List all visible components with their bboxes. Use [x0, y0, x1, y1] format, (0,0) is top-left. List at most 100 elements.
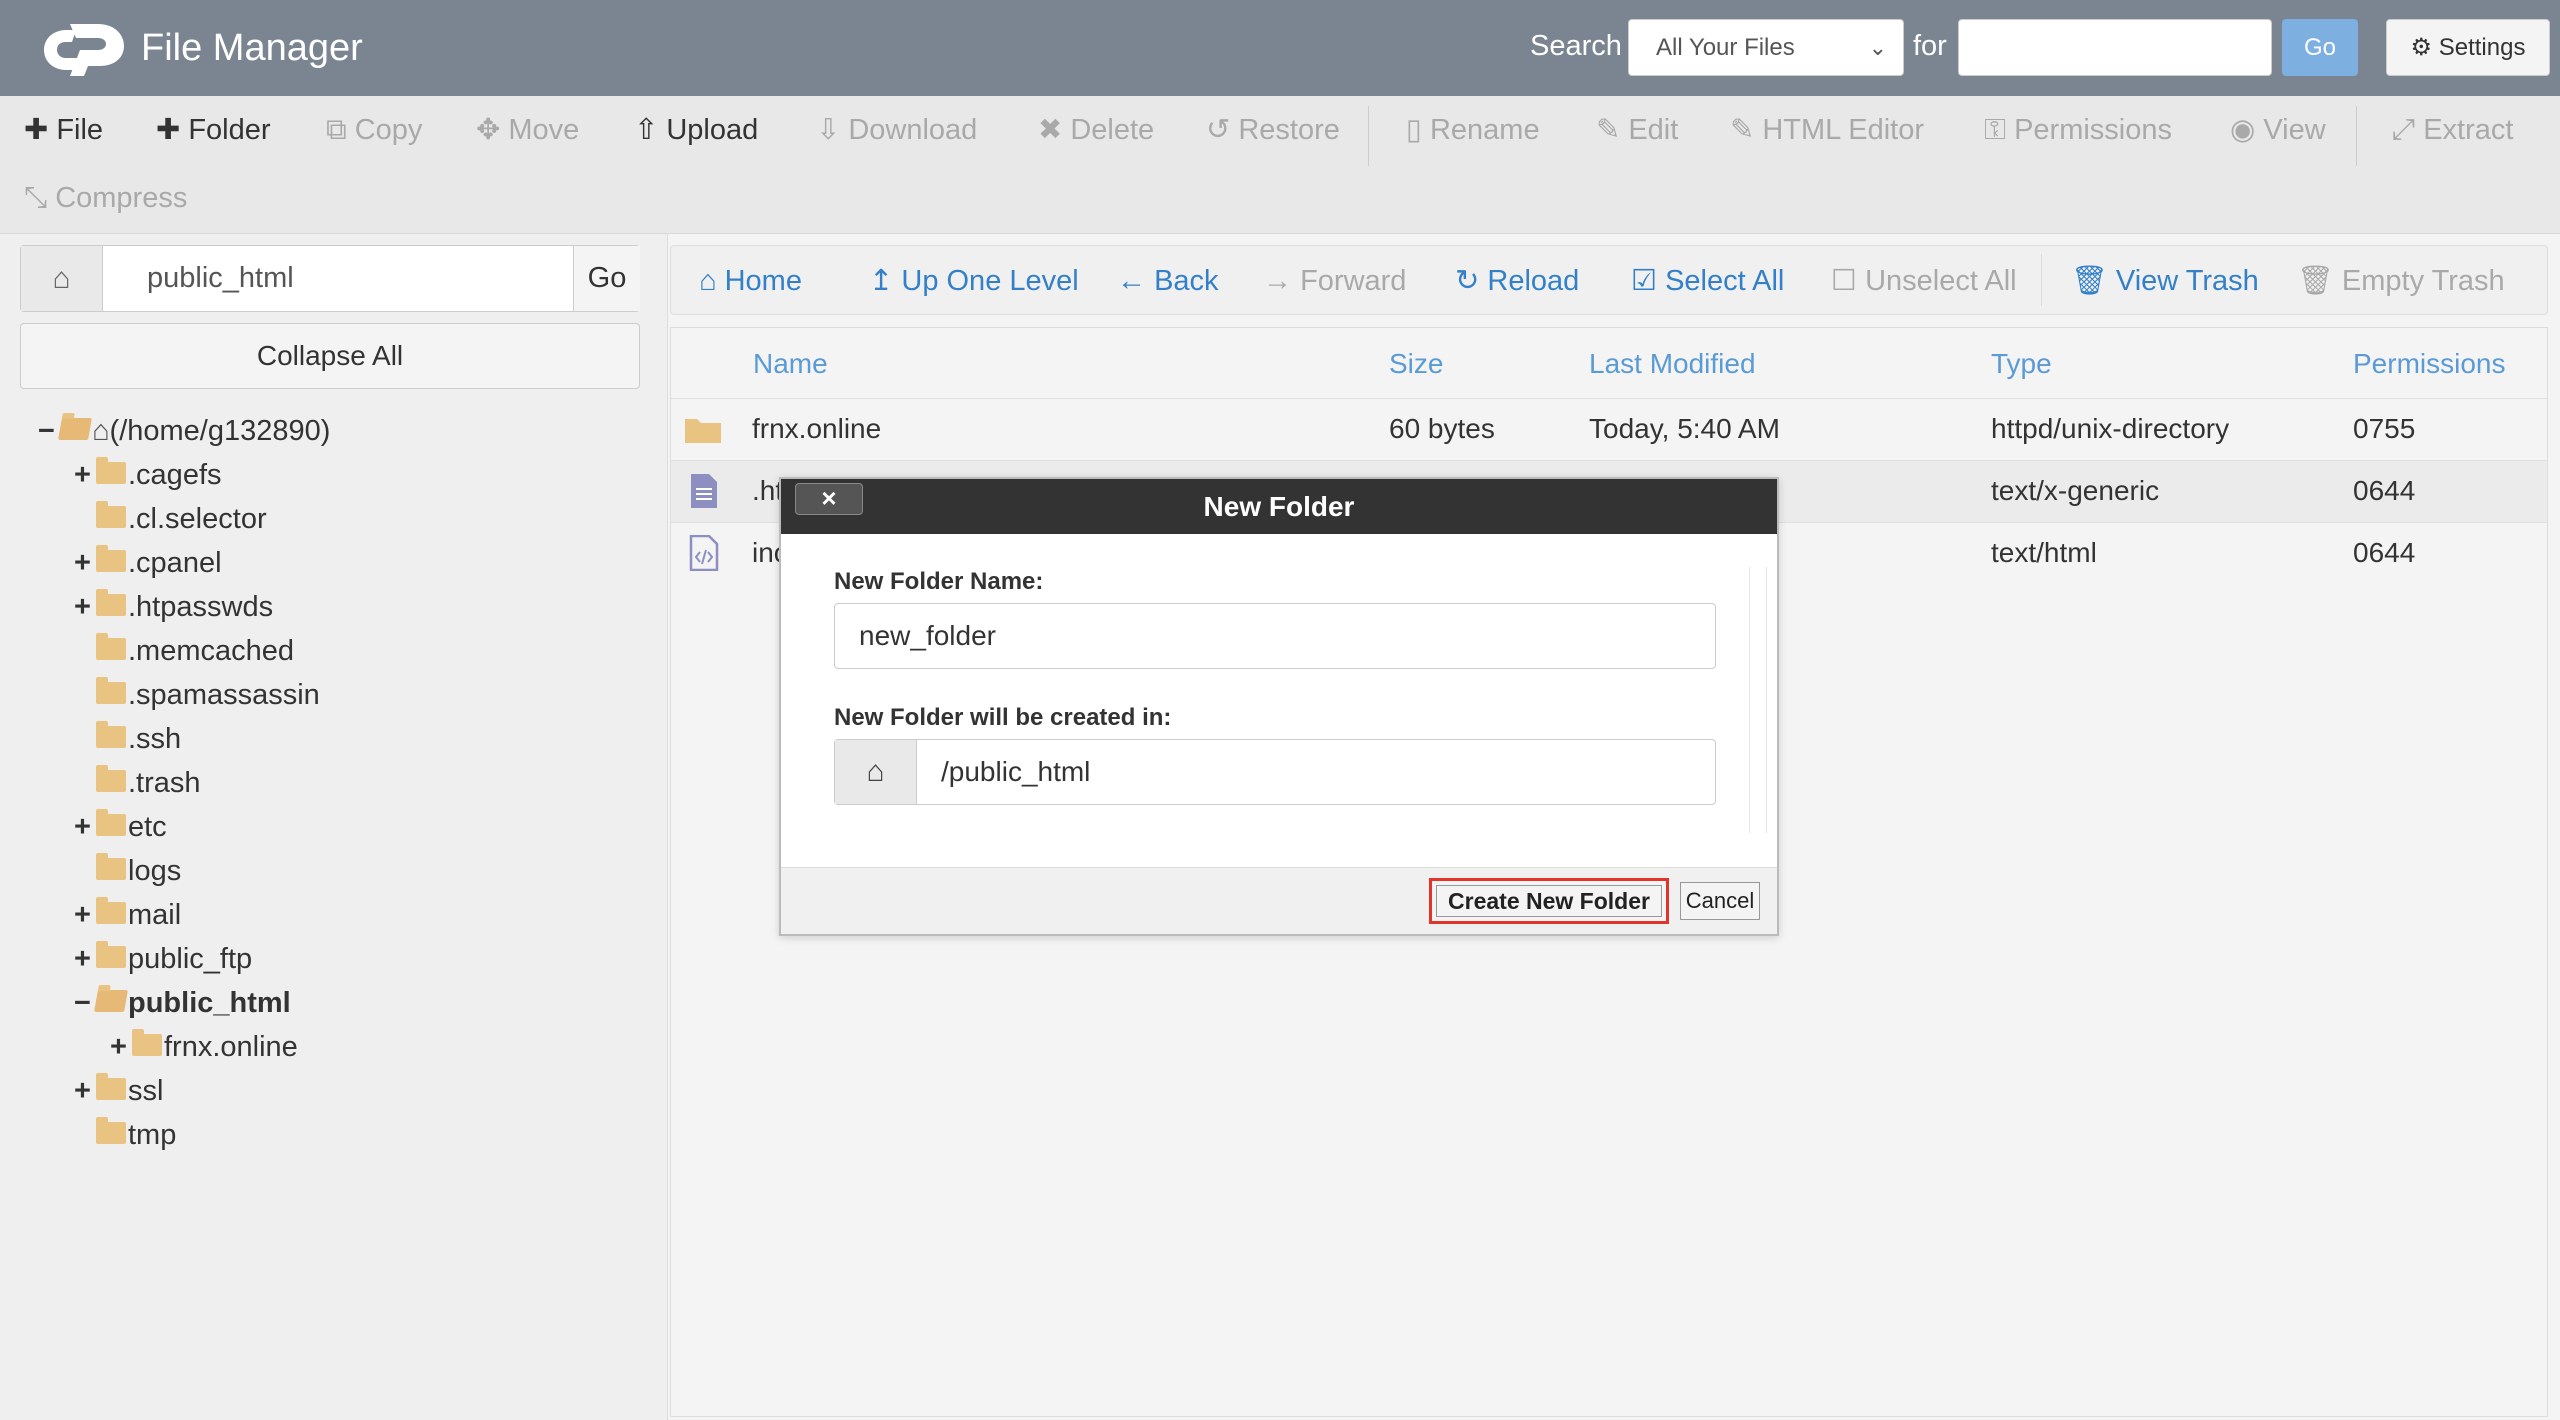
column-header-permissions[interactable]: Permissions — [2353, 346, 2505, 382]
file-icon: ▯ — [1406, 114, 1422, 146]
move-button[interactable]: ✥ Move — [476, 112, 579, 148]
column-header-name[interactable]: Name — [753, 346, 828, 382]
empty-trash-label: Empty Trash — [2341, 265, 2505, 297]
view-button[interactable]: ◉ View — [2230, 112, 2326, 148]
folder-location-label: New Folder will be created in: — [834, 704, 1172, 731]
collapse-icon[interactable]: − — [38, 413, 60, 449]
permissions-button[interactable]: ⚿ Permissions — [1984, 112, 2172, 148]
reload-button[interactable]: ↻ Reload — [1455, 263, 1579, 299]
home-icon: ⌂ — [835, 740, 917, 804]
tree-item-tmp[interactable]: tmp — [74, 1117, 176, 1153]
settings-button[interactable]: ⚙ Settings — [2386, 19, 2550, 76]
app-title: File Manager — [141, 27, 363, 69]
download-button[interactable]: ⇩ Download — [816, 112, 977, 148]
tree-item-logs[interactable]: logs — [74, 853, 181, 889]
new-file-button[interactable]: ✚ File — [24, 112, 103, 148]
search-input[interactable] — [1958, 19, 2272, 76]
toolbar-divider — [1368, 106, 1369, 166]
tree-item-label: frnx.online — [164, 1031, 298, 1063]
tree-item-cpanel[interactable]: + .cpanel — [74, 545, 222, 581]
expand-icon[interactable]: + — [74, 1073, 96, 1109]
reload-icon: ↻ — [1455, 265, 1480, 297]
file-type: text/html — [1991, 537, 2097, 568]
compress-button[interactable]: ⤡ Compress — [24, 180, 187, 216]
new-folder-button[interactable]: ✚ Folder — [156, 112, 271, 148]
delete-button[interactable]: ✖ Delete — [1038, 112, 1154, 148]
html-editor-button[interactable]: ✎ HTML Editor — [1730, 112, 1924, 148]
html-editor-label: HTML Editor — [1762, 114, 1924, 146]
extract-button[interactable]: ⤢ Extract — [2392, 112, 2513, 148]
file-modified: Today, 5:40 AM — [1589, 413, 1780, 444]
tree-item-htpasswds[interactable]: + .htpasswds — [74, 589, 273, 625]
collapse-icon[interactable]: − — [74, 985, 96, 1021]
upload-button[interactable]: ⇧ Upload — [634, 112, 758, 148]
tree-item-etc[interactable]: + etc — [74, 809, 167, 845]
create-new-folder-button[interactable]: Create New Folder — [1429, 878, 1669, 924]
path-input[interactable]: public_html — [103, 246, 573, 311]
search-scope-select[interactable]: All Your Files ⌄ — [1628, 19, 1904, 76]
file-permissions: 0644 — [2353, 537, 2416, 568]
folder-icon — [96, 721, 126, 749]
expand-icon[interactable]: + — [74, 809, 96, 845]
expand-icon[interactable]: + — [74, 457, 96, 493]
rename-button[interactable]: ▯ Rename — [1406, 112, 1540, 148]
unselect-all-button[interactable]: ☐ Unselect All — [1831, 263, 2017, 299]
folder-icon — [96, 501, 126, 529]
home-icon[interactable]: ⌂ — [21, 246, 103, 311]
expand-icon[interactable]: + — [74, 897, 96, 933]
tree-item-label: ssl — [128, 1075, 164, 1107]
select-all-button[interactable]: ☑ Select All — [1631, 263, 1784, 299]
empty-trash-button[interactable]: 🗑 Empty Trash — [2297, 263, 2505, 299]
tree-item-cl-selector[interactable]: .cl.selector — [74, 501, 267, 537]
table-row[interactable]: frnx.online 60 bytes Today, 5:40 AM http… — [671, 398, 2547, 460]
tree-item-ssl[interactable]: + ssl — [74, 1073, 163, 1109]
dialog-scrollbar[interactable] — [1749, 567, 1767, 833]
view-trash-button[interactable]: 🗑 View Trash — [2071, 263, 2259, 299]
back-label: Back — [1154, 265, 1219, 297]
tree-item-label: .spamassassin — [128, 679, 320, 711]
expand-icon[interactable]: + — [74, 545, 96, 581]
checkbox-empty-icon: ☐ — [1831, 265, 1857, 297]
path-go-button[interactable]: Go — [573, 246, 640, 311]
forward-label: Forward — [1300, 265, 1407, 297]
tree-item-public-html[interactable]: − public_html — [74, 985, 291, 1021]
move-icon: ✥ — [476, 114, 501, 146]
tree-item-ssh[interactable]: .ssh — [74, 721, 181, 757]
forward-button[interactable]: → Forward — [1263, 263, 1406, 299]
tree-item-spamassassin[interactable]: .spamassassin — [74, 677, 320, 713]
expand-icon[interactable]: + — [110, 1029, 132, 1065]
folder-icon — [96, 1117, 126, 1145]
cancel-button[interactable]: Cancel — [1680, 882, 1760, 920]
tree-item-frnx-online[interactable]: + frnx.online — [110, 1029, 298, 1065]
select-all-label: Select All — [1665, 265, 1785, 297]
column-header-last-modified[interactable]: Last Modified — [1589, 346, 1756, 382]
tree-item-label: .htpasswds — [128, 591, 274, 623]
tree-item-mail[interactable]: + mail — [74, 897, 181, 933]
folder-icon — [685, 419, 721, 443]
search-go-button[interactable]: Go — [2282, 19, 2358, 76]
tree-item-home[interactable]: − ⌂(/home/g132890) — [38, 413, 330, 449]
tree-item-public-ftp[interactable]: + public_ftp — [74, 941, 252, 977]
column-header-type[interactable]: Type — [1991, 346, 2052, 382]
column-header-size[interactable]: Size — [1389, 346, 1443, 382]
folder-name-input[interactable]: new_folder — [834, 603, 1716, 669]
home-button[interactable]: ⌂ Home — [699, 263, 802, 299]
expand-icon[interactable]: + — [74, 589, 96, 625]
collapse-all-button[interactable]: Collapse All — [20, 323, 640, 389]
folder-icon — [96, 677, 126, 705]
close-icon[interactable]: × — [795, 483, 863, 515]
copy-button[interactable]: ⧉ Copy — [326, 112, 422, 148]
edit-button[interactable]: ✎ Edit — [1596, 112, 1678, 148]
tree-item-cagefs[interactable]: + .cagefs — [74, 457, 222, 493]
restore-button[interactable]: ↺ Restore — [1206, 112, 1340, 148]
folder-location-input[interactable]: /public_html — [941, 740, 1090, 804]
tree-item-trash[interactable]: .trash — [74, 765, 201, 801]
expand-icon[interactable]: + — [74, 941, 96, 977]
tree-item-label: .cagefs — [128, 459, 222, 491]
cpanel-logo-icon — [44, 24, 124, 76]
back-button[interactable]: ← Back — [1117, 263, 1219, 299]
tree-item-label: .memcached — [128, 635, 295, 667]
tree-item-memcached[interactable]: .memcached — [74, 633, 294, 669]
path-input-group: ⌂ public_html Go — [20, 245, 640, 312]
up-one-level-button[interactable]: ↥ Up One Level — [869, 263, 1079, 299]
